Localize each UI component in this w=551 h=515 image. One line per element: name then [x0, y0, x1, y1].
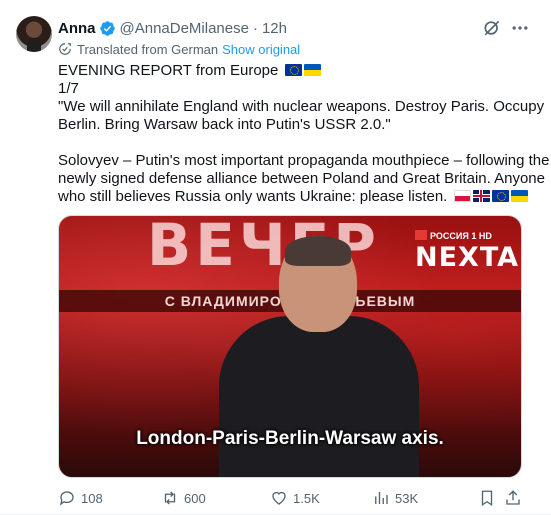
eu-flag-icon — [284, 64, 302, 76]
repost-count: 600 — [184, 490, 206, 506]
like-button[interactable]: 1.5K — [270, 488, 320, 508]
uk-flag-icon — [472, 190, 490, 202]
tweet-header: Anna @AnnaDeMilanese · 12h — [58, 18, 287, 38]
show-original-link[interactable]: Show original — [222, 42, 300, 57]
repost-button[interactable]: 600 — [161, 488, 206, 508]
tweet-text-line: Solovyev – Putin's most important propag… — [58, 152, 550, 169]
avatar[interactable] — [16, 16, 52, 52]
views-button[interactable]: 53K — [372, 488, 418, 508]
reply-button[interactable]: 108 — [58, 488, 103, 508]
channel-logo: РОССИЯ 1 HD — [415, 230, 492, 241]
verified-badge-icon — [99, 20, 115, 36]
translation-label: Translated from German — [77, 41, 219, 57]
bookmark-button[interactable] — [478, 488, 501, 508]
share-button[interactable] — [504, 488, 527, 508]
tweet-text-line: newly signed defense alliance between Po… — [58, 170, 545, 187]
more-icon[interactable] — [510, 18, 530, 38]
like-count: 1.5K — [293, 490, 320, 506]
action-bar: 108 600 1.5K 53K — [58, 484, 530, 512]
reply-count: 108 — [81, 490, 103, 506]
video-caption: London-Paris-Berlin-Warsaw axis. — [136, 428, 444, 449]
views-count: 53K — [395, 490, 419, 506]
translate-icon — [59, 43, 71, 55]
eu-flag-icon — [491, 190, 509, 202]
timestamp[interactable]: 12h — [262, 20, 287, 37]
tweet-text-line: 1/7 — [58, 80, 79, 97]
speaker-head — [279, 236, 357, 332]
ukraine-flag-icon — [510, 190, 528, 202]
share-icon — [506, 490, 520, 505]
nexta-watermark: NEXTA — [415, 242, 520, 273]
speaker-body — [219, 316, 419, 477]
video-player[interactable]: ВЕЧЕР С ВЛАДИМИРОМ СОЛОВЬЕВЫМ РОССИЯ 1 H… — [58, 215, 522, 478]
tweet-text-line: EVENING REPORT from Europe — [58, 62, 530, 80]
bookmark-icon — [481, 490, 493, 507]
views-icon — [375, 492, 388, 504]
tweet-text-line: "We will annihilate England with nuclear… — [58, 98, 545, 115]
author-name[interactable]: Anna — [58, 20, 96, 37]
translation-notice: Translated from German Show original — [58, 40, 300, 58]
channel-mark-icon — [415, 230, 427, 240]
repost-icon — [164, 491, 176, 505]
author-handle[interactable]: @AnnaDeMilanese — [120, 20, 249, 37]
tweet-text-line: Berlin. Bring Warsaw back into Putin's U… — [58, 116, 391, 133]
heart-icon — [272, 491, 286, 505]
tweet[interactable]: Anna @AnnaDeMilanese · 12h Translated fr… — [0, 0, 551, 515]
tweet-text: EVENING REPORT from Europe 1/7 "We will … — [58, 62, 550, 206]
reply-icon — [59, 491, 74, 506]
ukraine-flag-icon — [303, 64, 321, 76]
poland-flag-icon — [453, 190, 471, 202]
separator-dot: · — [252, 19, 258, 37]
tweet-text-line: who still believes Russia only wants Ukr… — [58, 188, 530, 206]
grok-icon[interactable] — [482, 18, 502, 38]
